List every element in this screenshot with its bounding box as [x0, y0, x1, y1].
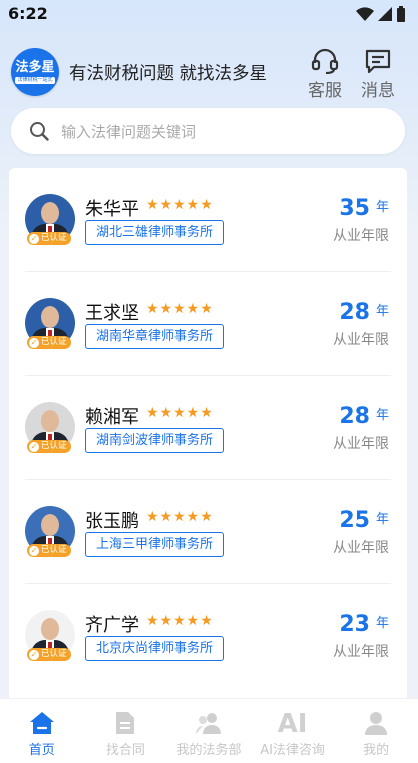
verified-badge: ✓ 已认证 [27, 648, 71, 661]
lawyer-name: 王求坚 [85, 303, 139, 324]
verified-icon: ✓ [29, 441, 39, 452]
years-of-practice: 35 年 从业年限 [333, 196, 389, 245]
law-firm-tag: 上海三甲律师事务所 [85, 532, 225, 557]
years-number: 28 [339, 404, 370, 429]
search-icon [30, 122, 49, 141]
tab-profile-label: 我的 [363, 743, 390, 758]
verified-icon: ✓ [29, 649, 39, 660]
lawyer-list: ✓ 已认证 朱华平 ★★★★★ 湖北三雄律师事务所 35 年 从业年限 ✓ 已认证 王… [9, 168, 407, 698]
years-of-practice: 23 年 从业年限 [333, 612, 389, 661]
lawyer-name: 朱华平 [85, 199, 139, 220]
years-of-practice: 28 年 从业年限 [333, 300, 389, 349]
verified-label: 已认证 [41, 545, 67, 555]
verified-icon: ✓ [29, 545, 39, 556]
tab-profile[interactable]: 我的 [334, 699, 418, 763]
rating-stars: ★★★★★ [146, 197, 214, 213]
lawyer-row[interactable]: ✓ 已认证 齐广学 ★★★★★ 北京庆尚律师事务所 23 年 从业年限 [9, 584, 407, 688]
years-label: 从业年限 [333, 228, 389, 244]
lawyer-row[interactable]: ✓ 已认证 王求坚 ★★★★★ 湖南华章律师事务所 28 年 从业年限 [9, 272, 407, 376]
lawyer-row[interactable]: ✓ 已认证 张玉鹏 ★★★★★ 上海三甲律师事务所 25 年 从业年限 [9, 480, 407, 584]
verified-label: 已认证 [41, 649, 67, 659]
rating-stars: ★★★★★ [146, 405, 214, 421]
tab-contracts[interactable]: 找合同 [84, 699, 168, 763]
headset-icon [311, 48, 339, 74]
years-label: 从业年限 [333, 332, 389, 348]
user-icon [365, 712, 388, 735]
years-unit: 年 [375, 408, 389, 423]
years-number: 28 [339, 300, 370, 325]
header-slogan: 有法财税问题 就找法多星 [69, 64, 268, 84]
verified-label: 已认证 [41, 441, 67, 451]
years-unit: 年 [375, 512, 389, 527]
tab-ai-consult[interactable]: AI AI法律咨询 [251, 699, 335, 763]
message-icon [365, 49, 391, 74]
verified-label: 已认证 [41, 233, 67, 243]
lawyer-row[interactable]: ✓ 已认证 朱华平 ★★★★★ 湖北三雄律师事务所 35 年 从业年限 [9, 168, 407, 272]
search-placeholder: 输入法律问题关键词 [61, 123, 197, 141]
years-number: 35 [339, 196, 370, 221]
home-icon [29, 712, 54, 734]
messages-label: 消息 [361, 81, 395, 101]
logo-text: 法多星 [15, 59, 55, 75]
law-firm-tag: 湖南华章律师事务所 [85, 324, 225, 349]
years-of-practice: 28 年 从业年限 [333, 404, 389, 453]
customer-service-label: 客服 [308, 81, 342, 101]
years-number: 25 [339, 508, 370, 533]
verified-label: 已认证 [41, 337, 67, 347]
tab-home[interactable]: 首页 [0, 699, 84, 763]
tab-ai-consult-label: AI法律咨询 [260, 743, 325, 758]
years-label: 从业年限 [333, 436, 389, 452]
law-firm-tag: 北京庆尚律师事务所 [85, 636, 225, 661]
search-input[interactable]: 输入法律问题关键词 [11, 108, 405, 154]
customer-service-button[interactable]: 客服 [305, 48, 345, 101]
status-time: 6:22 [8, 4, 48, 23]
law-firm-tag: 湖南剑波律师事务所 [85, 428, 225, 453]
battery-icon [397, 6, 405, 22]
messages-button[interactable]: 消息 [358, 48, 398, 101]
verified-icon: ✓ [29, 233, 39, 244]
tab-contracts-label: 找合同 [105, 743, 145, 758]
verified-badge: ✓ 已认证 [27, 440, 71, 453]
tab-legal-dept-label: 我的法务部 [176, 743, 242, 758]
lawyer-row[interactable]: ✓ 已认证 赖湘军 ★★★★★ 湖南剑波律师事务所 28 年 从业年限 [9, 376, 407, 480]
rating-stars: ★★★★★ [146, 301, 214, 317]
law-firm-tag: 湖北三雄律师事务所 [85, 220, 225, 245]
app-logo[interactable]: 法多星 法律财税一站式 [11, 48, 59, 96]
years-label: 从业年限 [333, 540, 389, 556]
status-icons [356, 6, 406, 22]
team-icon [195, 713, 221, 734]
status-bar: 6:22 [0, 0, 418, 28]
tab-home-label: 首页 [28, 743, 55, 758]
rating-stars: ★★★★★ [146, 613, 214, 629]
logo-subtext: 法律财税一站式 [15, 76, 55, 84]
rating-stars: ★★★★★ [146, 509, 214, 525]
verified-badge: ✓ 已认证 [27, 544, 71, 557]
years-unit: 年 [375, 616, 389, 631]
tab-legal-dept[interactable]: 我的法务部 [167, 699, 251, 763]
bottom-tab-bar: 首页 找合同 我的法务部 AI AI法律咨询 我的 [0, 698, 418, 763]
ai-icon: AI [277, 709, 308, 739]
wifi-icon [356, 7, 374, 21]
lawyer-name: 张玉鹏 [85, 511, 139, 532]
verified-badge: ✓ 已认证 [27, 232, 71, 245]
lawyer-name: 齐广学 [85, 615, 139, 636]
document-icon [116, 712, 135, 734]
years-of-practice: 25 年 从业年限 [333, 508, 389, 557]
signal-icon [378, 7, 392, 21]
years-number: 23 [339, 612, 370, 637]
verified-badge: ✓ 已认证 [27, 336, 71, 349]
app-header: 法多星 法律财税一站式 有法财税问题 就找法多星 客服 消息 [0, 44, 418, 101]
lawyer-name: 赖湘军 [85, 407, 139, 428]
years-label: 从业年限 [333, 644, 389, 660]
years-unit: 年 [375, 200, 389, 215]
verified-icon: ✓ [29, 337, 39, 348]
years-unit: 年 [375, 304, 389, 319]
